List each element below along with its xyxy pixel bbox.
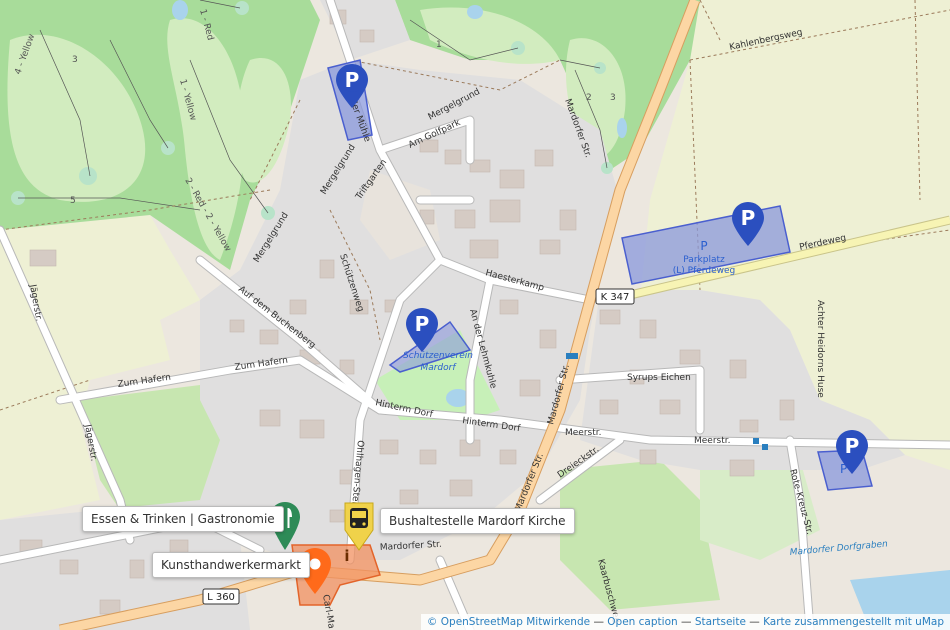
parking-area-name: Parkplatz [683, 255, 725, 265]
map-view[interactable]: Kahlenbergsweg Mergelgrund Mergelgrund M… [0, 0, 950, 630]
open-caption-link[interactable]: Open caption [607, 616, 677, 628]
parking-pin-glyph: P [415, 312, 430, 336]
osm-link[interactable]: © OpenStreetMap [427, 616, 523, 628]
parking-pin-schuetzenverein[interactable]: P [404, 306, 440, 354]
golf-hole-label: 3 [72, 55, 78, 65]
poi-label-kunsthandwerkermarkt[interactable]: Kunsthandwerkermarkt [152, 552, 311, 578]
parking-pin-meerstr[interactable]: P [834, 428, 870, 476]
golf-hole-label: 2 [586, 93, 592, 103]
bus-stop-marker [572, 353, 578, 359]
bus-stop-marker [753, 438, 759, 444]
market-pin-dot [309, 558, 321, 570]
street-label: Meerstr. [565, 428, 602, 438]
parking-pin-pferdeweg[interactable]: P [730, 200, 766, 248]
club-area-subname: Mardorf [420, 363, 457, 373]
contributors-link[interactable]: Mitwirkende [526, 616, 590, 628]
poi-label-gastronomie[interactable]: Essen & Trinken | Gastronomie [82, 506, 284, 532]
street-label: Syrups Eichen [627, 373, 691, 383]
poi-label-bushaltestelle[interactable]: Bushaltestelle Mardorf Kirche [380, 508, 575, 534]
parking-area-subname: (L) Pferdeweg [673, 266, 735, 276]
street-label: Meerstr. [694, 436, 731, 446]
parking-pin-glyph: P [741, 206, 756, 230]
street-label: Achter Heidorns Huse [815, 300, 825, 398]
info-glyph: i [344, 547, 349, 565]
map-canvas[interactable]: Kahlenbergsweg Mergelgrund Mergelgrund M… [0, 0, 950, 630]
road-shield-l360-label: L 360 [207, 592, 235, 603]
bus-stop-marker [566, 353, 572, 359]
homepage-link[interactable]: Startseite [695, 616, 746, 628]
golf-hole-label: 1 [436, 40, 442, 50]
bus-stop-pin[interactable] [342, 500, 376, 552]
road-shield-k347-label: K 347 [601, 292, 630, 303]
bus-stop-marker [762, 444, 768, 450]
bus-icon [350, 508, 368, 528]
info-icon[interactable]: i [338, 546, 356, 566]
umap-credit-link[interactable]: Karte zusammengestellt mit uMap [763, 616, 944, 628]
parking-area-symbol: P [700, 239, 707, 253]
separator: — [749, 616, 760, 628]
golf-hole-label: 3 [610, 93, 616, 103]
separator: — [593, 616, 604, 628]
parking-pin-mergelgrund[interactable]: P [334, 62, 370, 110]
golf-hole-label: 5 [70, 196, 76, 206]
map-attribution: © OpenStreetMap Mitwirkende — Open capti… [420, 614, 950, 630]
parking-pin-glyph: P [345, 68, 360, 92]
parking-pin-glyph: P [845, 434, 860, 458]
separator: — [681, 616, 692, 628]
